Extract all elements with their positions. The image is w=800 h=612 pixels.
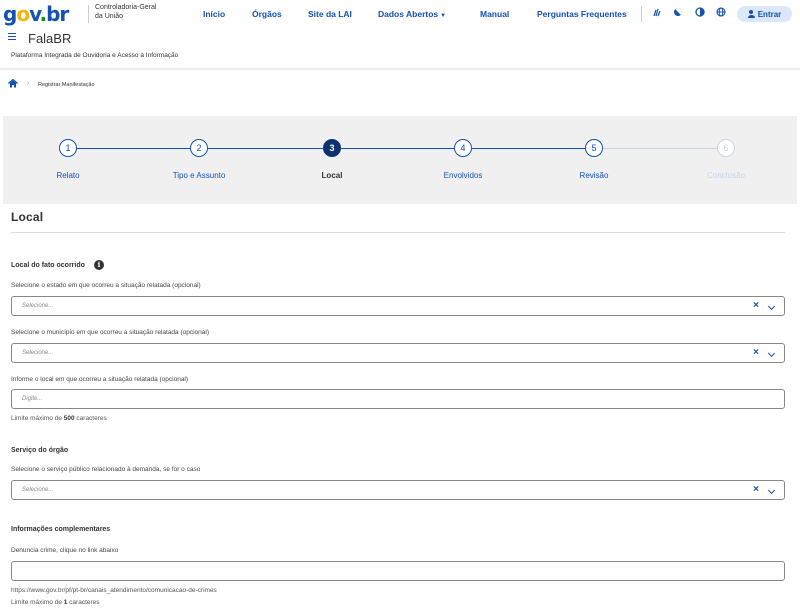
nav-divider	[641, 6, 642, 22]
chevron-down-icon[interactable]	[767, 486, 776, 495]
crime-report-link[interactable]: https://www.gov.br/pf/pt-br/canais_atend…	[11, 587, 217, 594]
chevron-down-icon[interactable]	[767, 349, 776, 358]
chevron-right-icon: ›	[27, 80, 30, 87]
servico-group-title: Serviço do órgão	[11, 447, 69, 454]
step-connector	[603, 148, 717, 149]
nav-manual[interactable]: Manual	[480, 9, 509, 19]
nav-orgaos[interactable]: Órgãos	[252, 9, 282, 19]
step-6-circle: 6	[717, 139, 735, 157]
step-2-circle[interactable]: 2	[190, 139, 208, 157]
municipio-label: Selecione o município em que ocorreu a s…	[11, 329, 210, 336]
step-connector	[341, 148, 454, 149]
step-connector	[77, 148, 190, 149]
step-6-label: Conclusão	[707, 171, 745, 180]
local-group-title: Local do fato ocorrido	[11, 262, 85, 269]
caret-down-icon: ▼	[440, 13, 447, 19]
breadcrumb-current: Registrar Manifestação	[38, 82, 95, 88]
govbr-logo[interactable]: gov.br	[3, 3, 69, 25]
nav-dados-abertos[interactable]: Dados Abertos ▼	[378, 9, 446, 19]
info-input[interactable]	[11, 561, 785, 581]
step-connector	[472, 148, 585, 149]
globe-icon[interactable]	[716, 7, 726, 20]
nav-perguntas-frequentes[interactable]: Perguntas Frequentes	[537, 9, 627, 19]
chevron-down-icon[interactable]	[767, 302, 776, 311]
step-3-label[interactable]: Local	[282, 171, 382, 180]
municipio-select[interactable]: Selecione... ×	[11, 343, 785, 363]
user-icon	[747, 10, 755, 18]
step-2-label[interactable]: Tipo e Assunto	[149, 171, 249, 180]
info-limit-hint: Limite máximo de 1 caracteres	[11, 599, 100, 606]
header-divider	[88, 5, 89, 23]
servico-select[interactable]: Selecione... ×	[11, 480, 785, 500]
step-5-label[interactable]: Revisão	[544, 171, 644, 180]
info-group-title: Informações complementares	[11, 526, 111, 533]
info-icon[interactable]: i	[94, 260, 104, 270]
menu-icon[interactable]	[8, 33, 16, 41]
contrast-toggle-icon[interactable]	[695, 7, 705, 20]
app-title: FalaBR	[28, 31, 72, 46]
home-icon[interactable]	[8, 78, 18, 88]
contrast-icon[interactable]	[673, 7, 683, 20]
step-5-circle[interactable]: 5	[585, 139, 603, 157]
servico-label: Selecione o serviço público relacionado …	[11, 466, 201, 473]
step-connector	[208, 148, 323, 149]
app-subtitle: Plataforma Integrada de Ouvidoria e Aces…	[11, 52, 179, 59]
clear-icon[interactable]: ×	[753, 484, 759, 496]
step-4-circle[interactable]: 4	[454, 139, 472, 157]
info-label: Denuncia crime, clique no link abaixo	[11, 547, 119, 554]
estado-label: Selecione o estado em que ocorreu a situ…	[11, 282, 201, 289]
section-divider	[11, 232, 785, 233]
header-shadow	[0, 68, 800, 71]
org-name: Controladoria-Geral da União	[95, 4, 157, 20]
step-1-circle[interactable]: 1	[59, 139, 77, 157]
login-button[interactable]: Entrar	[737, 6, 792, 22]
nav-site-lai[interactable]: Site da LAI	[308, 9, 352, 19]
step-1-label[interactable]: Relato	[18, 171, 118, 180]
sign-language-icon[interactable]	[652, 7, 662, 20]
section-title: Local	[11, 210, 44, 224]
clear-icon[interactable]: ×	[753, 347, 759, 359]
estado-select[interactable]: Selecione... ×	[11, 296, 785, 316]
local-desc-input[interactable]: Digite...	[11, 389, 785, 409]
clear-icon[interactable]: ×	[753, 300, 759, 312]
local-desc-label: Informe o local em que ocorreu a situaçã…	[11, 376, 189, 383]
nav-inicio[interactable]: Início	[203, 9, 225, 19]
step-3-circle[interactable]: 3	[323, 139, 341, 157]
local-limit-hint: Limite máximo de 500 caracteres	[11, 415, 107, 422]
stepper: 1 2 3 4 5 6 Relato Tipo e Assunto Local …	[3, 116, 797, 204]
step-4-label[interactable]: Envolvidos	[413, 171, 513, 180]
